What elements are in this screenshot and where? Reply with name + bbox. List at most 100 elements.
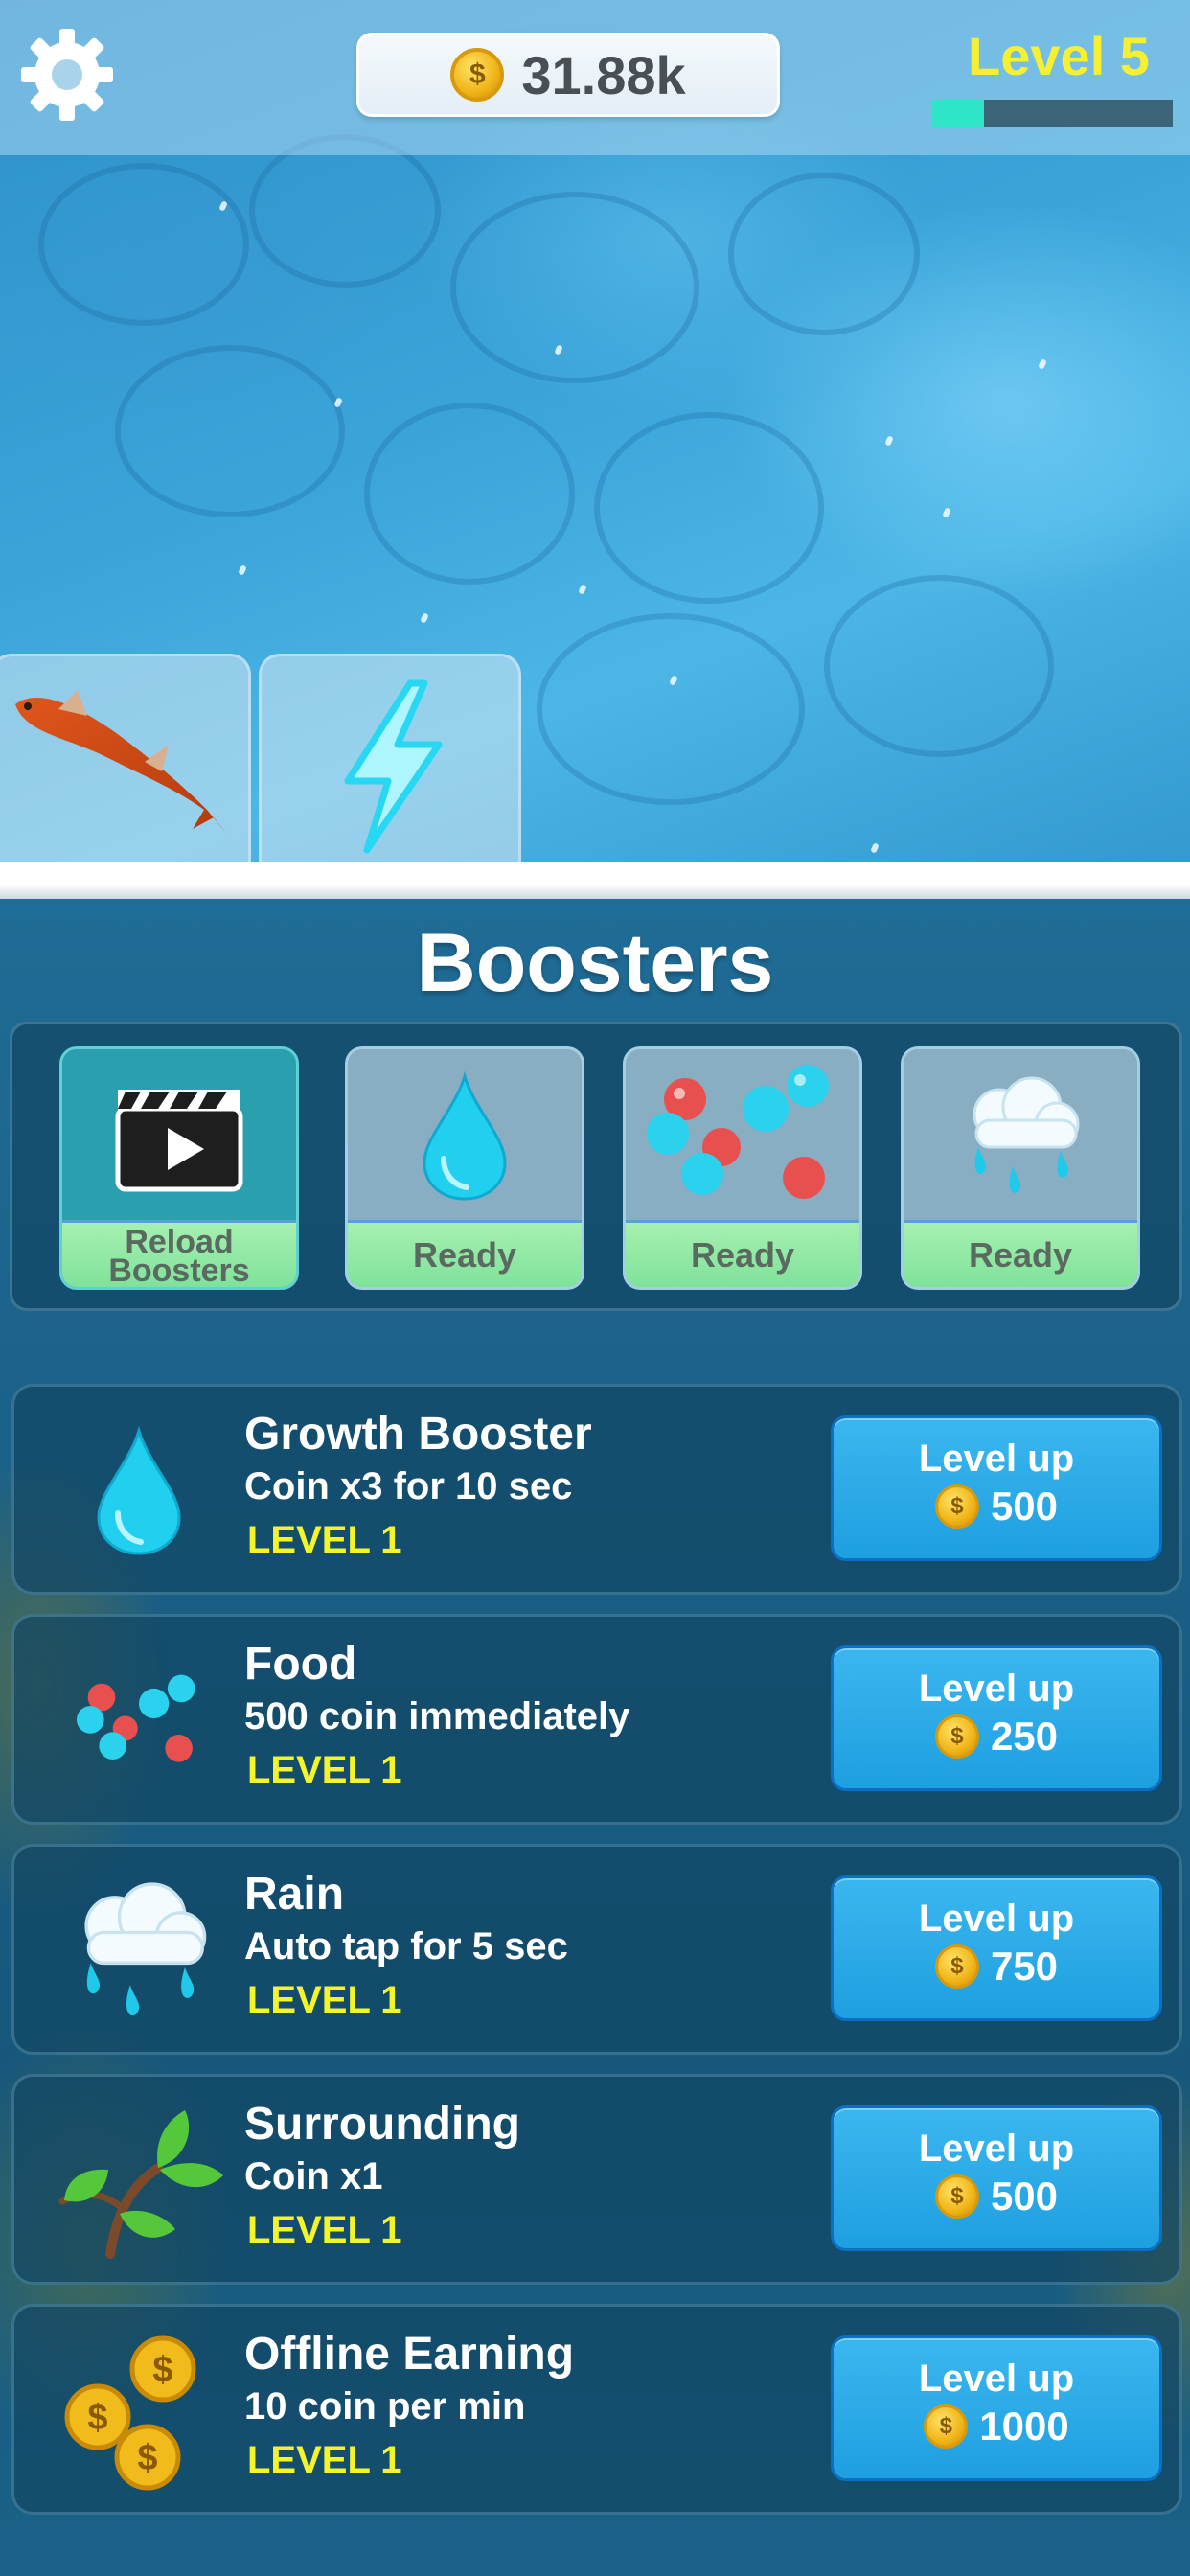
- rain-cloud-icon: [84, 1882, 207, 2016]
- upgrade-row-growth: Growth Booster Coin x3 for 10 sec LEVEL …: [11, 1384, 1182, 1595]
- level-up-price: $ 500: [834, 1484, 1159, 1530]
- tab-fish[interactable]: [0, 654, 251, 864]
- xp-progress-bar: [931, 100, 1173, 126]
- coin-symbol: $: [950, 1953, 964, 1979]
- upgrade-row-food: Food 500 coin immediately LEVEL 1 Level …: [11, 1614, 1182, 1825]
- pond-cell: [728, 172, 920, 335]
- rain-cloud-icon: [973, 1076, 1080, 1193]
- food-pellets-icon: [647, 1065, 829, 1199]
- upgrade-row-surrounding: Surrounding Coin x1 LEVEL 1 Level up $ 5…: [11, 2074, 1182, 2285]
- upgrade-name: Food: [244, 1639, 357, 1690]
- upgrade-description: 10 coin per min: [244, 2385, 526, 2427]
- booster-card-rain[interactable]: Ready: [901, 1046, 1140, 1290]
- upgrade-level: LEVEL 1: [247, 2209, 402, 2251]
- booster-card-growth[interactable]: Ready: [345, 1046, 584, 1290]
- svg-text:$: $: [137, 2438, 157, 2478]
- booster-art: [62, 1049, 296, 1226]
- upgrade-level: LEVEL 1: [247, 1519, 402, 1561]
- settings-button[interactable]: [17, 25, 117, 125]
- upgrade-icon: $ $ $: [53, 2326, 225, 2498]
- upgrade-name: Surrounding: [244, 2099, 520, 2150]
- coin-symbol: $: [950, 1723, 964, 1749]
- coin-icon: $: [934, 2174, 979, 2219]
- booster-card-reload[interactable]: Reload Boosters: [59, 1046, 299, 1290]
- level-up-button[interactable]: Level up $ 1000: [831, 2335, 1162, 2481]
- upgrade-row-offline-earning: $ $ $ Offline Earning 10 coin per min LE…: [11, 2304, 1182, 2515]
- price-value: 250: [990, 1714, 1059, 1759]
- upgrade-description: Coin x1: [244, 2155, 383, 2197]
- level-up-label: Level up: [918, 1898, 1075, 1940]
- clapperboard-play-icon: [115, 1090, 243, 1192]
- upgrade-icon: [53, 1866, 225, 2038]
- pond-cell: [537, 613, 805, 805]
- price-value: 500: [990, 2174, 1059, 2219]
- pond-cell: [364, 402, 575, 585]
- price-value: 750: [990, 1944, 1059, 1989]
- coin-icon: $: [934, 1714, 979, 1759]
- upgrade-level: LEVEL 1: [247, 1979, 402, 2021]
- booster-status: Ready: [626, 1220, 859, 1287]
- level-up-label: Level up: [918, 2358, 1075, 2400]
- booster-status: Reload Boosters: [62, 1220, 296, 1287]
- upgrade-description: 500 coin immediately: [244, 1695, 630, 1737]
- level-up-price: $ 750: [834, 1944, 1159, 1990]
- boosters-title: Boosters: [416, 917, 774, 1009]
- upgrade-level: LEVEL 1: [247, 1749, 402, 1791]
- level-up-button[interactable]: Level up $ 250: [831, 1645, 1162, 1791]
- player-level: Level 5: [968, 26, 1150, 86]
- upgrade-icon: [53, 1636, 225, 1808]
- water-drop-icon: [423, 1070, 507, 1201]
- price-value: 500: [990, 1484, 1059, 1529]
- upgrade-name: Offline Earning: [244, 2329, 575, 2380]
- coin-icon: $: [934, 1944, 979, 1989]
- water-drop-icon: [97, 1425, 181, 1555]
- level-up-label: Level up: [918, 2128, 1075, 2170]
- booster-art: [904, 1049, 1137, 1226]
- booster-status: Ready: [904, 1220, 1137, 1287]
- coin-symbol: $: [950, 2183, 964, 2209]
- level-up-price: $ 1000: [834, 2404, 1159, 2450]
- svg-text:$: $: [152, 2350, 172, 2390]
- pond-cell: [115, 345, 345, 518]
- pond-cell: [594, 412, 824, 604]
- pond-cell: [450, 192, 699, 383]
- speck: [420, 612, 429, 624]
- divider: [0, 862, 1190, 899]
- speck: [884, 435, 894, 447]
- speck: [578, 584, 587, 595]
- pond-cell: [38, 163, 249, 326]
- coin-icon: $: [924, 2404, 969, 2449]
- speck: [1038, 358, 1047, 370]
- level-up-button[interactable]: Level up $ 500: [831, 2105, 1162, 2251]
- upgrade-icon: [53, 1406, 225, 1578]
- booster-status-line: Boosters: [108, 1252, 250, 1289]
- level-up-button[interactable]: Level up $ 500: [831, 1415, 1162, 1561]
- tab-boost[interactable]: [259, 654, 521, 864]
- coin-icon: $: [450, 48, 505, 102]
- booster-art: [348, 1049, 582, 1226]
- upgrade-description: Auto tap for 5 sec: [244, 1925, 568, 1967]
- coin-balance: $ 31.88k: [356, 33, 780, 117]
- booster-art: [626, 1049, 859, 1226]
- upgrade-description: Coin x3 for 10 sec: [244, 1465, 573, 1507]
- plant-sprout-icon: [58, 2110, 223, 2259]
- coin-stack-icon: $ $ $: [64, 2335, 196, 2491]
- speck: [942, 507, 951, 518]
- pond-cell: [249, 134, 441, 288]
- upgrade-name: Rain: [244, 1869, 345, 1920]
- speck: [870, 842, 880, 854]
- level-up-label: Level up: [918, 1668, 1075, 1710]
- food-pellets-icon: [77, 1674, 195, 1762]
- level-up-price: $ 250: [834, 1714, 1159, 1760]
- xp-progress-fill: [931, 100, 985, 126]
- level-up-button[interactable]: Level up $ 750: [831, 1875, 1162, 2021]
- booster-card-food[interactable]: Ready: [623, 1046, 862, 1290]
- upgrade-name: Growth Booster: [244, 1409, 592, 1460]
- lightning-icon: [344, 679, 443, 854]
- gear-icon: [21, 29, 113, 121]
- coin-icon: $: [934, 1484, 979, 1529]
- koi-fish-icon: [15, 690, 229, 837]
- upgrade-row-rain: Rain Auto tap for 5 sec LEVEL 1 Level up…: [11, 1844, 1182, 2055]
- coin-symbol: $: [939, 2413, 952, 2439]
- level-up-label: Level up: [918, 1438, 1075, 1480]
